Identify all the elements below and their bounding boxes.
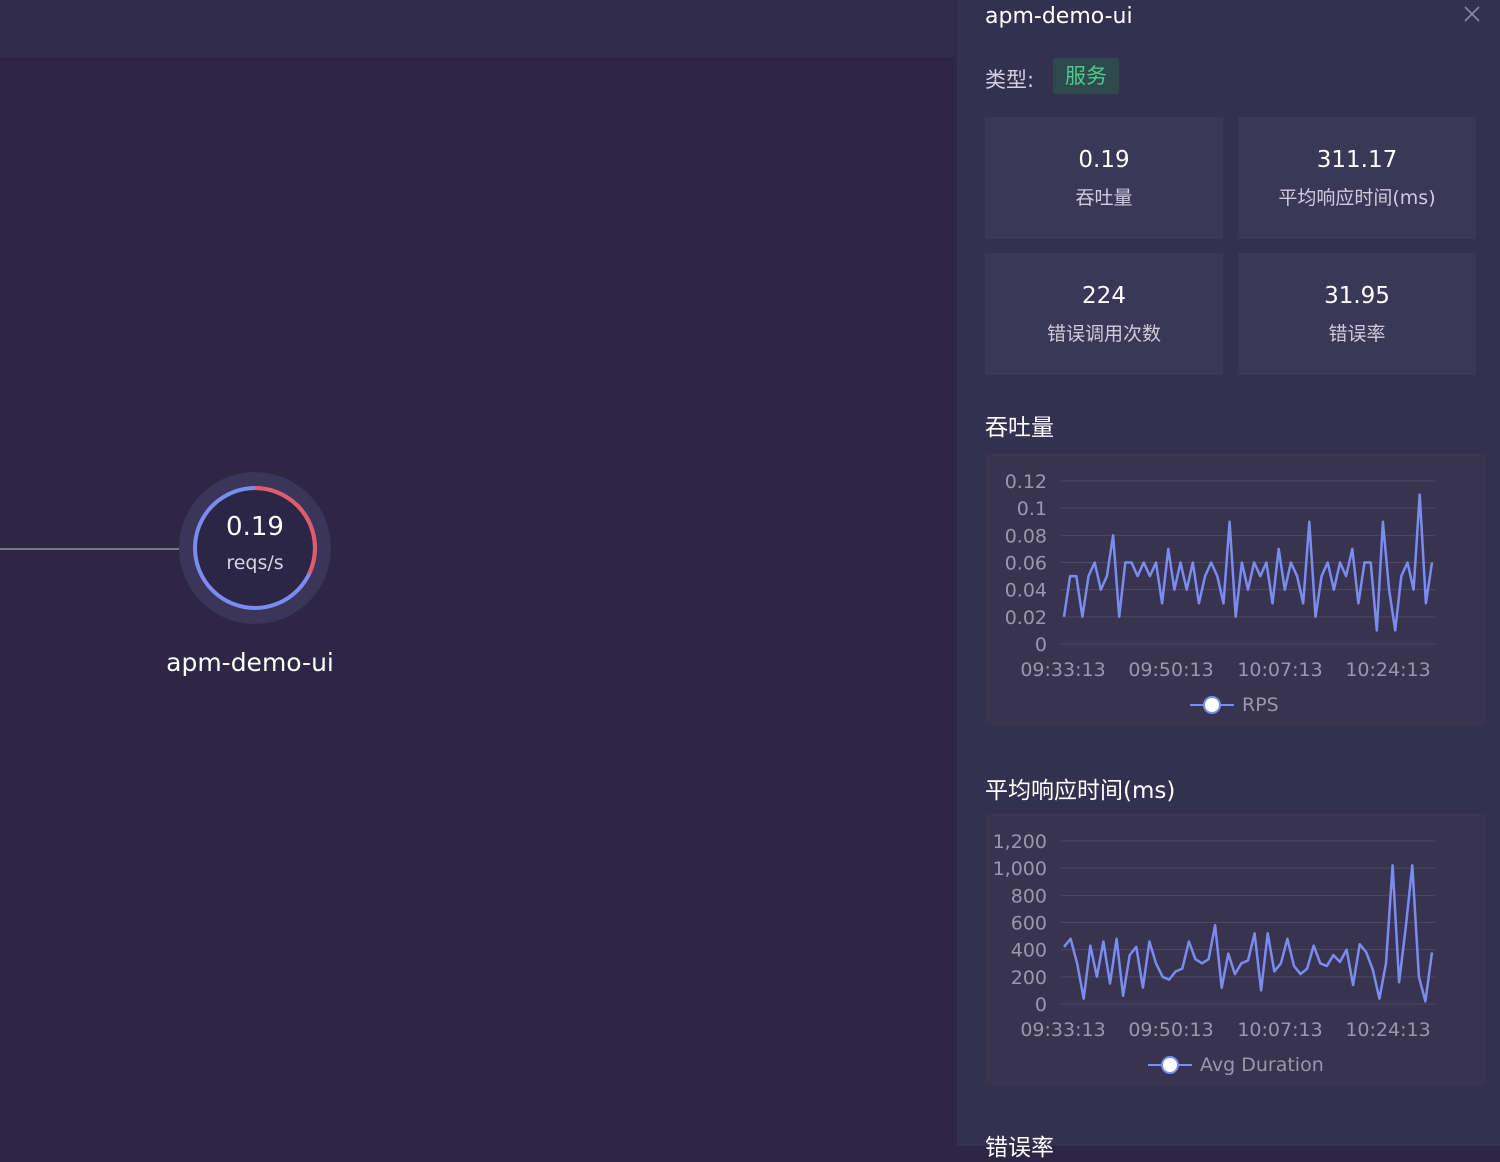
- top-toolbar: [0, 0, 957, 57]
- stat-value: 0.19: [1078, 147, 1130, 173]
- x-tick-label: 10:24:13: [1345, 659, 1430, 681]
- y-tick-label: 1,000: [993, 858, 1047, 880]
- x-tick-label: 10:07:13: [1237, 659, 1322, 681]
- y-tick-label: 0.12: [1005, 471, 1047, 493]
- x-tick-label: 10:24:13: [1345, 1019, 1430, 1041]
- topology-edge: [0, 548, 180, 550]
- node-throughput-value: 0.19: [226, 512, 284, 542]
- stat-value: 311.17: [1316, 147, 1398, 173]
- series-line[interactable]: [1063, 864, 1434, 1003]
- x-tick-label: 10:07:13: [1237, 1019, 1322, 1041]
- detail-panel: apm-demo-ui 类型: 服务 0.19 吞吐量 311.17 平均响应时…: [957, 0, 1500, 1161]
- x-tick-label: 09:33:13: [1020, 1019, 1105, 1041]
- y-tick-label: 0: [1035, 994, 1047, 1016]
- y-tick-label: 400: [1011, 940, 1047, 962]
- type-label: 类型:: [985, 68, 1035, 92]
- y-tick-label: 200: [1011, 967, 1047, 989]
- stat-card-error-rate: 31.95 错误率: [1238, 253, 1476, 375]
- throughput-chart: 0.12 0.1 0.08 0.06 0.04 0.02 0 09:33:13 09:50:13…: [985, 454, 1485, 726]
- x-tick-label: 09:50:13: [1128, 1019, 1213, 1041]
- y-tick-label: 600: [1011, 913, 1047, 935]
- stat-label: 错误调用次数: [1046, 323, 1161, 345]
- x-tick-label: 09:50:13: [1128, 659, 1213, 681]
- type-tag: 服务: [1053, 58, 1119, 94]
- y-tick-label: 0.04: [1005, 580, 1047, 602]
- y-tick-label: 800: [1011, 885, 1047, 907]
- node-status-ring: [193, 486, 317, 610]
- section-title-error-rate: 错误率: [985, 1135, 1054, 1161]
- stat-card-throughput: 0.19 吞吐量: [985, 117, 1223, 239]
- node-throughput-unit: reqs/s: [226, 552, 284, 574]
- panel-title: apm-demo-ui: [985, 4, 1133, 29]
- stat-label: 吞吐量: [1075, 187, 1133, 209]
- y-tick-label: 0.02: [1005, 607, 1047, 629]
- y-tick-label: 0.1: [1017, 498, 1047, 520]
- duration-chart-svg: 1,200 1,000 800 600 400 200 0 09:33:13 09:50:13 1…: [993, 831, 1435, 1041]
- stat-card-error-calls: 224 错误调用次数: [985, 253, 1223, 375]
- stat-value: 224: [1082, 283, 1126, 309]
- stat-card-avg-duration: 311.17 平均响应时间(ms): [1238, 117, 1476, 239]
- legend-label: RPS: [1242, 694, 1279, 716]
- legend-marker-icon: [1190, 696, 1234, 714]
- y-tick-label: 1,200: [993, 831, 1047, 853]
- x-tick-label: 09:33:13: [1020, 659, 1105, 681]
- section-title-duration: 平均响应时间(ms): [985, 778, 1176, 804]
- y-tick-label: 0.06: [1005, 553, 1047, 575]
- topology-canvas[interactable]: [0, 57, 957, 1146]
- stat-value: 31.95: [1324, 283, 1390, 309]
- stat-label: 错误率: [1328, 323, 1386, 345]
- stat-label: 平均响应时间(ms): [1278, 187, 1436, 209]
- throughput-chart-svg: 0.12 0.1 0.08 0.06 0.04 0.02 0 09:33:13 09:50:13…: [1005, 471, 1435, 681]
- y-tick-label: 0: [1035, 634, 1047, 656]
- y-tick-label: 0.08: [1005, 525, 1047, 547]
- legend-label: Avg Duration: [1200, 1054, 1324, 1076]
- legend-marker-icon: [1148, 1056, 1192, 1074]
- close-icon[interactable]: [1462, 4, 1482, 24]
- duration-chart: 1,200 1,000 800 600 400 200 0 09:33:13 09:50:13 1…: [985, 814, 1485, 1086]
- node-label[interactable]: apm-demo-ui: [130, 648, 370, 677]
- section-title-throughput: 吞吐量: [985, 415, 1054, 441]
